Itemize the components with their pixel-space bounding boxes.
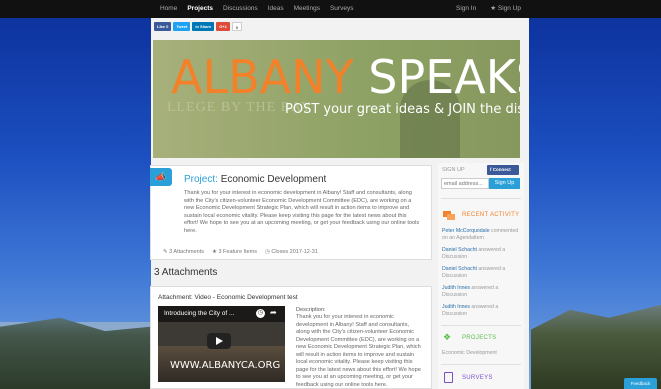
project-title: Project: Economic Development xyxy=(184,174,326,185)
sign-in-link[interactable]: Sign In xyxy=(456,0,476,18)
activity-user-link[interactable]: Daniel Schacht xyxy=(442,247,477,253)
facebook-connect-button[interactable]: f Connect xyxy=(487,165,519,175)
chat-bubbles-icon xyxy=(443,211,455,220)
project-description: Thank you for your interest in economic … xyxy=(184,190,420,234)
sidebar-project-link[interactable]: Economic Development xyxy=(442,350,497,356)
activity-item: Peter McCorquodale commented on an Agend… xyxy=(442,228,522,242)
banner-title: ALBANY SPEAKS! xyxy=(171,50,520,104)
share-bar: Like 0 Tweet in Share G+1 0 xyxy=(154,22,243,33)
feedback-tab[interactable]: Feedback xyxy=(624,378,657,389)
recent-activity-title: RECENT ACTIVITY xyxy=(462,212,520,218)
projects-section-title: PROJECTS xyxy=(462,335,497,341)
tweet-button[interactable]: Tweet xyxy=(173,22,191,31)
google-plus-count: 0 xyxy=(231,22,243,31)
sign-up-link[interactable]: ★ Sign Up xyxy=(490,0,521,18)
share-arrow-icon[interactable]: ➦ xyxy=(270,308,277,317)
nav-home[interactable]: Home xyxy=(155,0,182,18)
features-meta[interactable]: ★ 3 Feature Items xyxy=(212,249,257,255)
facebook-like-button[interactable]: Like 0 xyxy=(154,22,172,31)
description-label: Description: xyxy=(296,307,326,313)
attachments-heading: 3 Attachments xyxy=(154,267,218,278)
projects-megaphone-icon: ❖ xyxy=(443,332,452,342)
closes-meta: ◷ Closes 2017-12-31 xyxy=(265,249,318,255)
nav-projects[interactable]: Projects xyxy=(182,0,218,18)
attachments-meta[interactable]: ✎ 3 Attachments xyxy=(163,249,204,255)
star-icon: ★ xyxy=(212,249,217,255)
signup-label: SIGN UP xyxy=(442,167,465,173)
description-text: Thank you for your interest in economic … xyxy=(296,314,421,388)
project-meta: ✎ 3 Attachments ★ 3 Feature Items ◷ Clos… xyxy=(163,249,318,255)
sidebar-signup-button[interactable]: Sign Up xyxy=(489,178,520,189)
project-name: Economic Development xyxy=(220,174,327,185)
linkedin-share-button[interactable]: in Share xyxy=(192,22,215,31)
project-label: Project: xyxy=(184,174,218,185)
banner-title-speaks: SPEAKS! xyxy=(368,50,520,104)
google-plus-button[interactable]: G+1 xyxy=(216,22,230,31)
activity-user-link[interactable]: Judith Innes xyxy=(442,285,470,291)
nav-ideas[interactable]: Ideas xyxy=(263,0,289,18)
activity-user-link[interactable]: Peter McCorquodale xyxy=(442,228,490,234)
nav-surveys[interactable]: Surveys xyxy=(325,0,358,18)
activity-item: Daniel Schacht answered a Discussion xyxy=(442,266,522,280)
closes-meta-label: Closes 2017-12-31 xyxy=(271,249,318,255)
activity-user-link[interactable]: Daniel Schacht xyxy=(442,266,477,272)
video-title[interactable]: Introducing the City of ... xyxy=(164,310,234,317)
banner-subtitle: POST your great ideas & JOIN the discuss… xyxy=(285,102,520,117)
email-input[interactable] xyxy=(441,178,489,189)
top-navbar: Home Projects Discussions Ideas Meetings… xyxy=(0,0,661,18)
sidebar-divider xyxy=(441,364,521,365)
nav-links: Home Projects Discussions Ideas Meetings… xyxy=(155,0,358,18)
video-url-text: WWW.ALBANYCA.ORG xyxy=(170,360,281,371)
nav-discussions[interactable]: Discussions xyxy=(218,0,263,18)
surveys-section-title: SURVEYS xyxy=(462,375,493,381)
features-meta-label: 3 Feature Items xyxy=(218,249,257,255)
attachment-title: Attachment: Video - Economic Development… xyxy=(158,294,298,301)
banner-title-albany: ALBANY xyxy=(171,50,354,104)
attachments-meta-label: 3 Attachments xyxy=(169,249,204,255)
video-player[interactable]: Introducing the City of ... ◷ ➦ WWW.ALBA… xyxy=(158,306,285,382)
play-button-icon[interactable] xyxy=(207,333,231,349)
activity-item: Daniel Schacht answered a Discussion xyxy=(442,247,522,261)
activity-user-link[interactable]: Judith Innes xyxy=(442,304,470,310)
sidebar-divider xyxy=(441,325,521,326)
clipboard-icon xyxy=(444,372,453,383)
activity-item: Judith Innes answered a Discussion xyxy=(442,304,522,318)
hero-banner: LLEGE BY THE BAY ALBANY SPEAKS! POST you… xyxy=(153,40,520,158)
nav-meetings[interactable]: Meetings xyxy=(289,0,325,18)
watch-later-icon[interactable]: ◷ xyxy=(256,309,265,318)
clock-icon: ◷ xyxy=(265,249,270,255)
activity-item: Judith Innes answered a Discussion xyxy=(442,285,522,299)
sidebar-divider xyxy=(441,198,521,199)
nav-auth: Sign In ★ Sign Up xyxy=(456,0,521,18)
paperclip-icon: ✎ xyxy=(163,249,168,255)
megaphone-icon: 📣 xyxy=(150,168,172,186)
